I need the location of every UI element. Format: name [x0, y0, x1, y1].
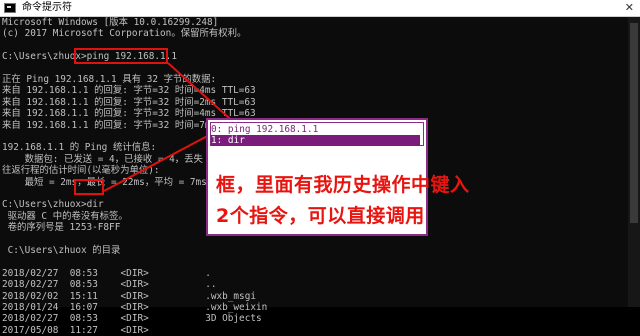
console-line: Microsoft Windows [版本 10.0.16299.248]	[2, 17, 219, 28]
console-line: 2017/05/08 11:27 <DIR>	[2, 324, 149, 336]
console-line: 驱动器 C 中的卷没有标签。	[2, 210, 128, 222]
console-line: (c) 2017 Microsoft Corporation。保留所有权利。	[2, 28, 247, 40]
annotation-text: 框，里面有我历史操作中键入2个指令，可以直接调用	[216, 174, 470, 227]
command-prompt-window: 命令提示符 ✕ Microsoft Windows [版本 10.0.16299…	[0, 0, 640, 336]
console-line: 来自 192.168.1.1 的回复: 字节=32 时间=4ms TTL=63	[2, 85, 256, 97]
history-item-1[interactable]: 1: dir	[211, 135, 420, 146]
console-line: 2018/01/24 16:07 <DIR> .wxb_weixin	[2, 302, 268, 313]
cmd-app-icon	[4, 3, 16, 13]
console-line: 192.168.1.1 的 Ping 统计信息:	[2, 142, 157, 154]
window-title: 命令提示符	[22, 2, 72, 13]
history-item-0[interactable]: 0: ping 192.168.1.1	[211, 124, 318, 135]
scrollbar-thumb[interactable]	[630, 23, 638, 223]
title-bar[interactable]: 命令提示符 ✕	[0, 0, 640, 17]
console-line: 2018/02/27 08:53 <DIR> 3D Objects	[2, 313, 262, 325]
console-line: 卷的序列号是 1253-F8FF	[2, 222, 121, 234]
dir-command-highlight	[74, 179, 104, 195]
console-line: 2018/02/27 08:53 <DIR> ..	[2, 279, 217, 291]
vertical-scrollbar[interactable]	[628, 17, 640, 307]
console-line: 2018/02/02 15:11 <DIR> .wxb_msgi	[2, 290, 256, 302]
console-line: C:\Users\zhuox>dir	[2, 199, 104, 211]
ping-command-highlight	[74, 48, 168, 64]
console-line: 最短 = 2ms，最长 = 22ms，平均 = 7ms	[2, 176, 207, 188]
close-icon[interactable]: ✕	[625, 0, 634, 16]
console-line: C:\Users\zhuox 的目录	[2, 245, 121, 256]
console-line: 2018/02/27 08:53 <DIR> .	[2, 267, 211, 279]
